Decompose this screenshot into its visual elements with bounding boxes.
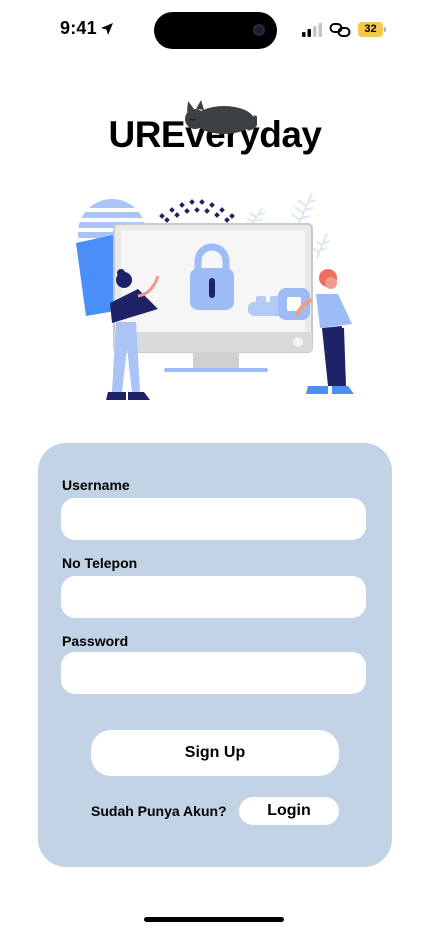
- home-indicator[interactable]: [144, 917, 284, 922]
- dynamic-island: [154, 12, 277, 49]
- username-input[interactable]: [61, 498, 366, 540]
- location-arrow-icon: [101, 23, 113, 35]
- phone-input[interactable]: [61, 576, 366, 618]
- battery-cap: [384, 27, 386, 32]
- security-lock-computer-illustration: [76, 192, 354, 400]
- status-bar: 9:41 32: [0, 0, 430, 60]
- cellular-signal-icon: [302, 23, 322, 37]
- sleeping-cat-icon: [185, 100, 257, 134]
- sign-up-button[interactable]: Sign Up: [91, 730, 339, 776]
- status-time: 9:41: [60, 18, 97, 38]
- battery-level: 32: [358, 22, 383, 37]
- camera-icon: [253, 24, 265, 36]
- battery-indicator: 32: [358, 22, 386, 37]
- have-account-text: Sudah Punya Akun?: [91, 803, 227, 819]
- login-button[interactable]: Login: [239, 797, 339, 825]
- password-input[interactable]: [61, 652, 366, 694]
- phone-label: No Telepon: [62, 555, 138, 571]
- username-label: Username: [62, 477, 130, 493]
- password-label: Password: [62, 633, 129, 649]
- personal-hotspot-icon: [329, 23, 351, 37]
